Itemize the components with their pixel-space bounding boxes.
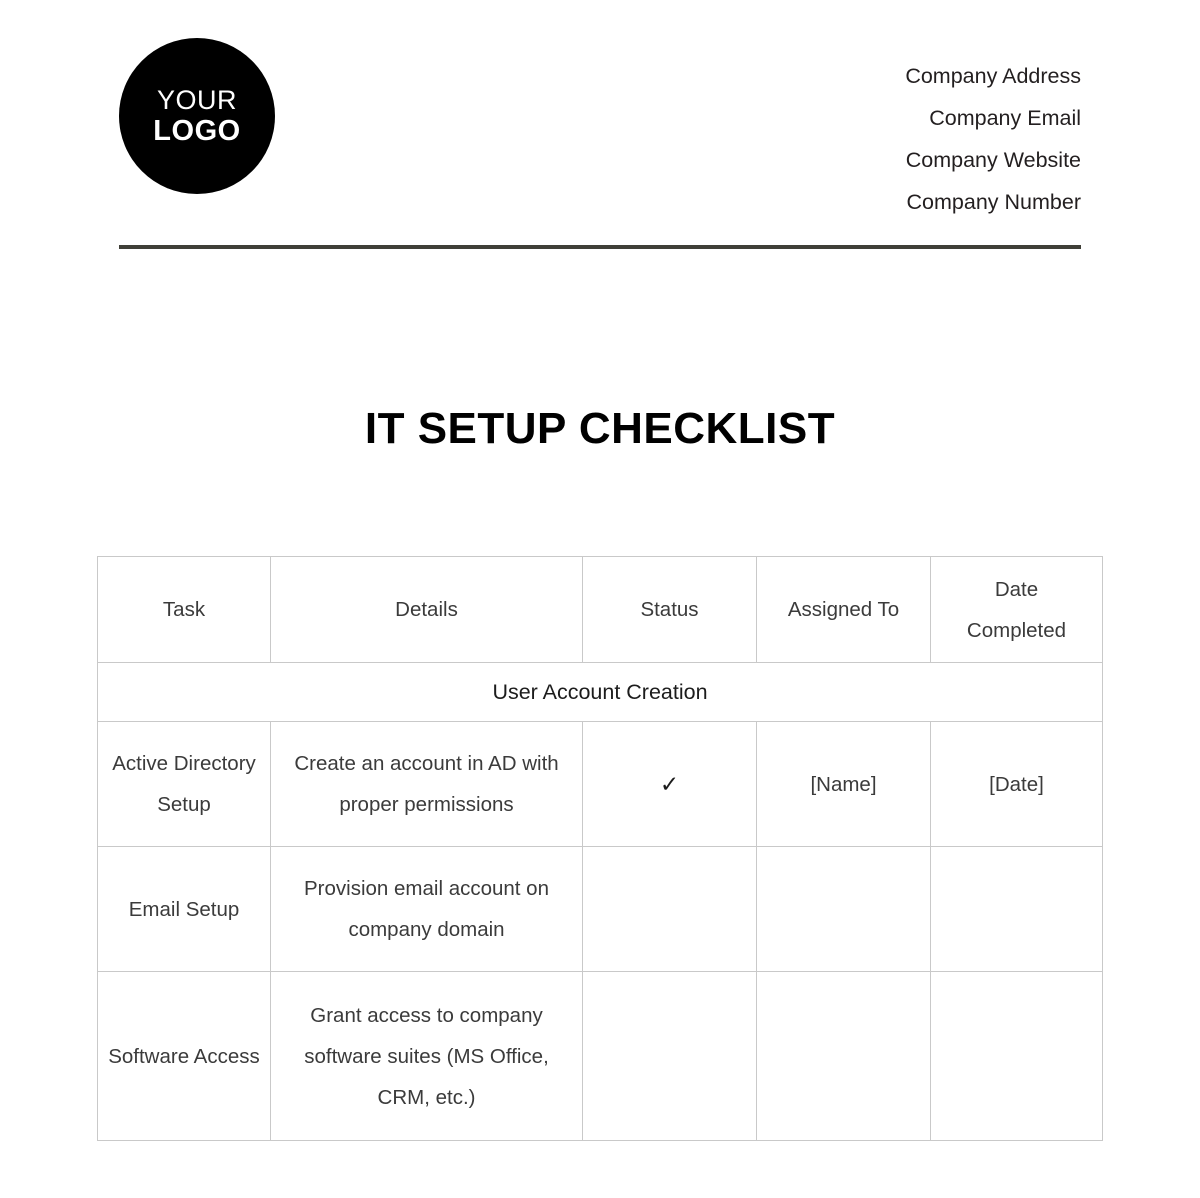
checklist-table: Task Details Status Assigned To Date Com… <box>97 556 1103 1141</box>
page-title: IT SETUP CHECKLIST <box>364 404 836 453</box>
cell-status[interactable] <box>582 971 757 1141</box>
table-header-row: Task Details Status Assigned To Date Com… <box>97 556 1103 663</box>
cell-task: Software Access <box>97 971 271 1141</box>
column-header-date-line-1: Date <box>994 577 1039 601</box>
document-header: YOUR LOGO Company Address Company Email … <box>119 38 1081 214</box>
table-row: Email Setup Provision email account on c… <box>97 846 1103 972</box>
section-title-user-account-creation: User Account Creation <box>97 662 1103 722</box>
cell-date-completed[interactable] <box>930 971 1103 1141</box>
cell-assigned-to[interactable] <box>756 846 931 972</box>
company-number: Company Number <box>906 190 1081 214</box>
table-row: Software Access Grant access to company … <box>97 971 1103 1141</box>
document-page: YOUR LOGO Company Address Company Email … <box>0 0 1200 1198</box>
cell-assigned-to[interactable] <box>756 971 931 1141</box>
column-header-status: Status <box>582 556 757 663</box>
section-header-row: User Account Creation <box>97 662 1103 722</box>
cell-status[interactable]: ✓ <box>582 721 757 847</box>
cell-task: Email Setup <box>97 846 271 972</box>
checklist-table-container: Task Details Status Assigned To Date Com… <box>97 556 1103 1141</box>
column-header-task: Task <box>97 556 271 663</box>
column-header-details: Details <box>270 556 583 663</box>
logo-line-2: LOGO <box>153 114 241 147</box>
cell-task: Active Directory Setup <box>97 721 271 847</box>
header-divider <box>119 245 1081 249</box>
cell-details: Grant access to company software suites … <box>270 971 583 1141</box>
cell-details: Create an account in AD with proper perm… <box>270 721 583 847</box>
company-website: Company Website <box>905 148 1081 172</box>
company-address: Company Address <box>905 64 1081 88</box>
cell-date-completed[interactable] <box>930 846 1103 972</box>
company-logo: YOUR LOGO <box>119 38 275 194</box>
column-header-date-completed: Date Completed <box>930 556 1103 663</box>
cell-details: Provision email account on company domai… <box>270 846 583 972</box>
cell-assigned-to[interactable]: [Name] <box>756 721 931 847</box>
cell-status[interactable] <box>582 846 757 972</box>
company-email: Company Email <box>929 106 1081 130</box>
column-header-date-line-2: Completed <box>966 618 1067 642</box>
logo-line-1: YOUR <box>156 84 237 115</box>
table-row: Active Directory Setup Create an account… <box>97 721 1103 847</box>
cell-date-completed[interactable]: [Date] <box>930 721 1103 847</box>
company-contact-block: Company Address Company Email Company We… <box>905 55 1081 223</box>
column-header-assigned-to: Assigned To <box>756 556 931 663</box>
